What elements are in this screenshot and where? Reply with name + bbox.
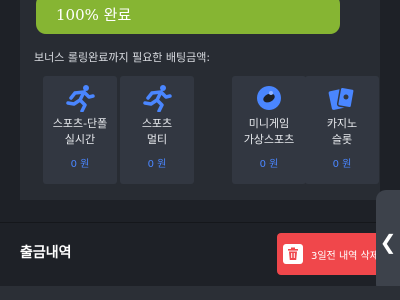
card-sports-single-live[interactable]: 스포츠-단폴 실시간 0 원: [43, 76, 117, 184]
running-person-icon: [141, 84, 173, 112]
running-person-icon: [64, 84, 96, 112]
section-divider: [0, 222, 400, 223]
bonus-required-label: 보너스 롤링완료까지 필요한 배팅금액:: [34, 51, 211, 64]
ball-icon: [253, 84, 285, 112]
card-casino-slot[interactable]: 카지노 슬롯 0 원: [305, 76, 379, 184]
playing-cards-icon: [326, 84, 358, 112]
withdraw-history-title: 출금내역: [20, 245, 72, 261]
card-amount: 0 원: [259, 159, 279, 170]
card-sports-multi[interactable]: 스포츠 멀티 0 원: [120, 76, 194, 184]
card-amount: 0 원: [332, 159, 352, 170]
progress-label: 100% 완료: [56, 5, 132, 24]
rolling-progress-bar: 100% 완료: [36, 0, 340, 34]
card-minigame-virtual[interactable]: 미니게임 가상스포츠 0 원: [232, 76, 306, 184]
card-amount: 0 원: [147, 159, 167, 170]
delete-old-history-button[interactable]: 3일전 내역 삭제: [277, 233, 387, 275]
chevron-left-icon: ❮: [379, 230, 397, 254]
card-name: 스포츠 멀티: [141, 117, 173, 146]
delete-button-label: 3일전 내역 삭제: [311, 250, 379, 262]
side-panel-toggle[interactable]: ❮: [376, 190, 400, 294]
trash-icon: [283, 244, 303, 264]
withdraw-table-header: [0, 286, 400, 300]
card-name: 스포츠-단폴 실시간: [52, 117, 108, 146]
card-name: 카지노 슬롯: [326, 117, 358, 146]
card-amount: 0 원: [70, 159, 90, 170]
card-name: 미니게임 가상스포츠: [243, 117, 295, 146]
